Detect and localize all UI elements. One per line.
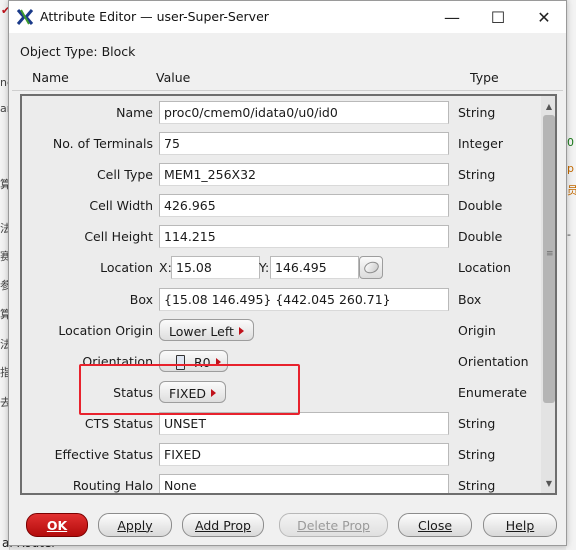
attribute-editor-window: Attribute Editor — user-Super-Server — ☐… [8, 0, 567, 546]
attr-type: Double [458, 198, 503, 213]
attr-label: Name [116, 105, 153, 120]
app-logo-icon [16, 9, 34, 25]
table-row: Cell Height 114.215 Double [22, 222, 541, 253]
cell-width-field[interactable]: 426.965 [159, 194, 449, 217]
attr-type: String [458, 447, 496, 462]
terminals-field[interactable]: 75 [159, 132, 449, 155]
maximize-button[interactable]: ☐ [475, 1, 521, 33]
add-prop-button[interactable]: Add Prop [182, 513, 264, 537]
minimize-icon: — [444, 7, 460, 27]
attr-label: No. of Terminals [52, 136, 153, 151]
scrollbar-thumb[interactable]: ≡ [543, 115, 555, 403]
table-row: Cell Type MEM1_256X32 String [22, 160, 541, 191]
maximize-icon: ☐ [490, 7, 506, 27]
window-title: Attribute Editor — user-Super-Server [40, 9, 269, 24]
background-app-right: 0 p 员 - [566, 0, 576, 550]
attr-type: String [458, 105, 496, 120]
column-header-name[interactable]: Name [32, 70, 69, 85]
attr-label: Cell Width [89, 198, 153, 213]
background-glyph: - [567, 228, 571, 241]
attr-type: String [458, 478, 496, 493]
attr-label: Box [129, 292, 153, 307]
delete-prop-button[interactable]: Delete Prop [279, 513, 388, 537]
attr-label: Routing Halo [72, 478, 153, 493]
attr-label: Location Origin [58, 323, 153, 338]
location-y-label: Y: [259, 260, 270, 275]
background-glyph: 员 [567, 184, 576, 197]
attr-type: Location [458, 260, 511, 275]
attribute-table: Name proc0/cmem0/idata0/u0/id0 String No… [20, 94, 557, 495]
attr-label: Effective Status [54, 447, 153, 462]
grip-icon: ≡ [546, 249, 554, 259]
background-glyph: p [567, 162, 574, 175]
table-row: Effective Status FIXED String [22, 440, 541, 471]
title-bar[interactable]: Attribute Editor — user-Super-Server — ☐… [9, 1, 566, 33]
mouse-pick-icon [362, 259, 381, 276]
scroll-down-arrow-icon[interactable]: ▼ [541, 475, 555, 491]
attr-type: String [458, 167, 496, 182]
attr-type: Origin [458, 323, 496, 338]
attr-type: Double [458, 229, 503, 244]
table-row: Name proc0/cmem0/idata0/u0/id0 String [22, 98, 541, 129]
table-row: Routing Halo None String [22, 471, 541, 493]
attr-label: CTS Status [84, 416, 153, 431]
table-row: Location Origin Lower Left Origin [22, 316, 541, 347]
scroll-up-arrow-icon[interactable]: ▲ [541, 98, 555, 114]
attr-label: Cell Height [84, 229, 153, 244]
name-field[interactable]: proc0/cmem0/idata0/u0/id0 [159, 101, 449, 124]
header-divider [12, 90, 563, 91]
object-type: Object Type: Block [20, 44, 135, 59]
help-button[interactable]: Help [483, 513, 557, 537]
routing-halo-field[interactable]: None [159, 474, 449, 493]
column-header-value[interactable]: Value [156, 70, 190, 85]
ok-button[interactable]: OK [26, 513, 88, 537]
pick-location-button[interactable] [359, 256, 383, 279]
location-y-field[interactable]: 146.495 [270, 256, 359, 279]
object-type-value: Block [101, 44, 136, 59]
table-row: Location X: 15.08 Y: 146.495 Location [22, 253, 541, 284]
cts-status-field[interactable]: UNSET [159, 412, 449, 435]
effective-status-field[interactable]: FIXED [159, 443, 449, 466]
location-x-label: X: [159, 260, 172, 275]
minimize-button[interactable]: — [429, 1, 475, 33]
cell-type-field[interactable]: MEM1_256X32 [159, 163, 449, 186]
apply-button[interactable]: Apply [98, 513, 172, 537]
attr-type: Orientation [458, 354, 529, 369]
attr-type: Box [458, 292, 482, 307]
location-origin-value: Lower Left [169, 323, 234, 339]
ok-label: OK [46, 517, 68, 533]
cell-height-field[interactable]: 114.215 [159, 225, 449, 248]
attr-type: Integer [458, 136, 503, 151]
close-window-button[interactable]: ✕ [521, 1, 567, 33]
attr-type: Enumerate [458, 385, 528, 400]
menu-arrow-icon [238, 327, 244, 335]
table-row: No. of Terminals 75 Integer [22, 129, 541, 160]
location-x-field[interactable]: 15.08 [171, 256, 260, 279]
attr-label: Cell Type [96, 167, 153, 182]
table-row: Cell Width 426.965 Double [22, 191, 541, 222]
attr-type: String [458, 416, 496, 431]
dialog-button-bar: OK Apply Add Prop Delete Prop Close Help [9, 503, 568, 547]
vertical-scrollbar[interactable]: ▲ ≡ ▼ [541, 96, 555, 493]
status-highlight-box [79, 364, 300, 415]
location-origin-menu[interactable]: Lower Left [159, 319, 254, 341]
close-icon: ✕ [537, 7, 551, 27]
box-field[interactable]: {15.08 146.495} {442.045 260.71} [159, 288, 449, 311]
table-row: Box {15.08 146.495} {442.045 260.71} Box [22, 285, 541, 316]
attr-label: Location [100, 260, 153, 275]
close-button[interactable]: Close [398, 513, 472, 537]
column-header-type[interactable]: Type [470, 70, 499, 85]
background-glyph: 0 [567, 136, 574, 149]
object-type-label: Object Type: [20, 44, 98, 59]
